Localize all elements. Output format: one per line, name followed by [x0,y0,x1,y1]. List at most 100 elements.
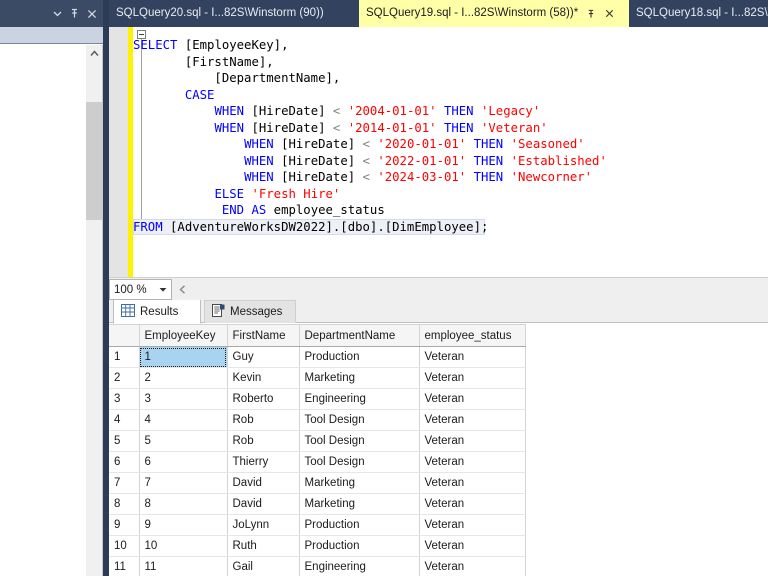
pin-icon[interactable] [584,6,597,22]
table-row[interactable]: 7 7 David Marketing Veteran [109,472,526,494]
code-line: [DepartmentName], [133,70,768,87]
code-token: < [362,170,370,184]
table-row[interactable]: 5 5 Rob Tool Design Veteran [109,430,526,452]
cell-DepartmentName[interactable]: Marketing [299,493,420,515]
cell-FirstName[interactable]: David [227,493,300,515]
column-header-FirstName[interactable]: FirstName [227,324,300,347]
cell-EmployeeKey[interactable]: 11 [139,556,228,576]
column-header-EmployeeKey[interactable]: EmployeeKey [139,324,228,347]
cell-employee_status[interactable]: Veteran [419,493,526,515]
cell-DepartmentName[interactable]: Production [299,346,420,368]
code-token: [HireDate] [273,137,363,151]
cell-EmployeeKey[interactable]: 5 [139,430,228,452]
cell-FirstName[interactable]: Ruth [227,535,300,557]
row-number-cell[interactable]: 2 [109,367,140,389]
cell-FirstName[interactable]: Rob [227,430,300,452]
chevron-down-icon[interactable] [49,4,66,24]
column-header-employee_status[interactable]: employee_status [419,324,526,347]
code-token: END [221,203,245,217]
cell-EmployeeKey[interactable]: 7 [139,472,228,494]
row-number-cell[interactable]: 7 [109,472,140,494]
cell-EmployeeKey[interactable]: 2 [139,367,228,389]
cell-DepartmentName[interactable]: Tool Design [299,409,420,431]
chevron-down-icon[interactable] [155,280,171,299]
cell-DepartmentName[interactable]: Engineering [299,556,420,576]
cell-FirstName[interactable]: Rob [227,409,300,431]
cell-employee_status[interactable]: Veteran [419,388,526,410]
cell-FirstName[interactable]: Guy [227,346,300,368]
tab-sqlquery18[interactable]: SQLQuery18.sql - I...82S\W [629,0,768,27]
pin-icon[interactable] [66,4,83,24]
sql-editor[interactable]: SELECT [EmployeeKey], [FirstName], [Depa… [109,27,768,277]
cell-EmployeeKey[interactable]: 9 [139,514,228,536]
row-number-cell[interactable]: 8 [109,493,140,515]
code-line: FROM [AdventureWorksDW2022].[dbo].[DimEm… [133,218,768,236]
scrollbar-thumb[interactable] [86,102,102,220]
row-number-cell[interactable]: 6 [109,451,140,473]
cell-EmployeeKey[interactable]: 4 [139,409,228,431]
cell-employee_status[interactable]: Veteran [419,514,526,536]
cell-EmployeeKey[interactable]: 1 [139,346,228,368]
cell-EmployeeKey[interactable]: 8 [139,493,228,515]
table-row[interactable]: 2 2 Kevin Marketing Veteran [109,367,526,389]
tab-sqlquery20[interactable]: SQLQuery20.sql - I...82S\Winstorm (90)) [109,0,359,27]
cell-employee_status[interactable]: Veteran [419,367,526,389]
table-row[interactable]: 9 9 JoLynn Production Veteran [109,514,526,536]
cell-DepartmentName[interactable]: Engineering [299,388,420,410]
row-number-cell[interactable]: 3 [109,388,140,410]
cell-employee_status[interactable]: Veteran [419,535,526,557]
cell-FirstName[interactable]: Gail [227,556,300,576]
cell-DepartmentName[interactable]: Tool Design [299,430,420,452]
scroll-left-arrow-icon[interactable] [175,282,189,297]
cell-employee_status[interactable]: Veteran [419,430,526,452]
cell-DepartmentName[interactable]: Production [299,535,420,557]
row-number-cell[interactable]: 10 [109,535,140,557]
cell-EmployeeKey[interactable]: 3 [139,388,228,410]
code-line: SELECT [EmployeeKey], [133,37,768,54]
code-text[interactable]: SELECT [EmployeeKey], [FirstName], [Depa… [133,37,768,235]
row-number-cell[interactable]: 11 [109,556,140,576]
zoom-level-combobox[interactable]: 100 % [109,279,172,300]
cell-DepartmentName[interactable]: Marketing [299,367,420,389]
column-header-DepartmentName[interactable]: DepartmentName [299,324,420,347]
close-icon[interactable] [603,6,616,22]
table-row[interactable]: 10 10 Ruth Production Veteran [109,535,526,557]
row-number-cell[interactable]: 9 [109,514,140,536]
table-row[interactable]: 8 8 David Marketing Veteran [109,493,526,515]
cell-DepartmentName[interactable]: Tool Design [299,451,420,473]
row-number-header[interactable] [109,324,140,347]
row-number-cell[interactable]: 5 [109,430,140,452]
cell-FirstName[interactable]: Roberto [227,388,300,410]
row-number-cell[interactable]: 1 [109,346,140,368]
cell-employee_status[interactable]: Veteran [419,409,526,431]
tab-results[interactable]: Results [113,300,201,324]
cell-FirstName[interactable]: JoLynn [227,514,300,536]
row-number-cell[interactable]: 4 [109,409,140,431]
grid-icon [121,303,135,320]
cell-EmployeeKey[interactable]: 10 [139,535,228,557]
tab-messages[interactable]: Messages [204,300,296,323]
cell-FirstName[interactable]: David [227,472,300,494]
cell-employee_status[interactable]: Veteran [419,451,526,473]
cell-FirstName[interactable]: Kevin [227,367,300,389]
cell-DepartmentName[interactable]: Production [299,514,420,536]
cell-FirstName[interactable]: Thierry [227,451,300,473]
code-token: 'Newcorner' [510,170,593,184]
table-row[interactable]: 6 6 Thierry Tool Design Veteran [109,451,526,473]
close-icon[interactable] [83,4,100,24]
table-row[interactable]: 1 1 Guy Production Veteran [109,346,526,368]
left-panel-scrollbar[interactable] [86,45,102,576]
table-row[interactable]: 11 11 Gail Engineering Veteran [109,556,526,576]
cell-DepartmentName[interactable]: Marketing [299,472,420,494]
table-row[interactable]: 4 4 Rob Tool Design Veteran [109,409,526,431]
tab-sqlquery19[interactable]: SQLQuery19.sql - I...82S\Winstorm (58))* [359,0,629,27]
table-row[interactable]: 3 3 Roberto Engineering Veteran [109,388,526,410]
cell-EmployeeKey[interactable]: 6 [139,451,228,473]
cell-employee_status[interactable]: Veteran [419,472,526,494]
cell-employee_status[interactable]: Veteran [419,346,526,368]
scroll-up-arrow-icon[interactable] [86,45,102,61]
results-grid[interactable]: EmployeeKey FirstName DepartmentName employ… [109,324,768,576]
code-token: [AdventureWorksDW2022].[dbo].[DimEmploye… [162,219,489,234]
cell-employee_status[interactable]: Veteran [419,556,526,576]
